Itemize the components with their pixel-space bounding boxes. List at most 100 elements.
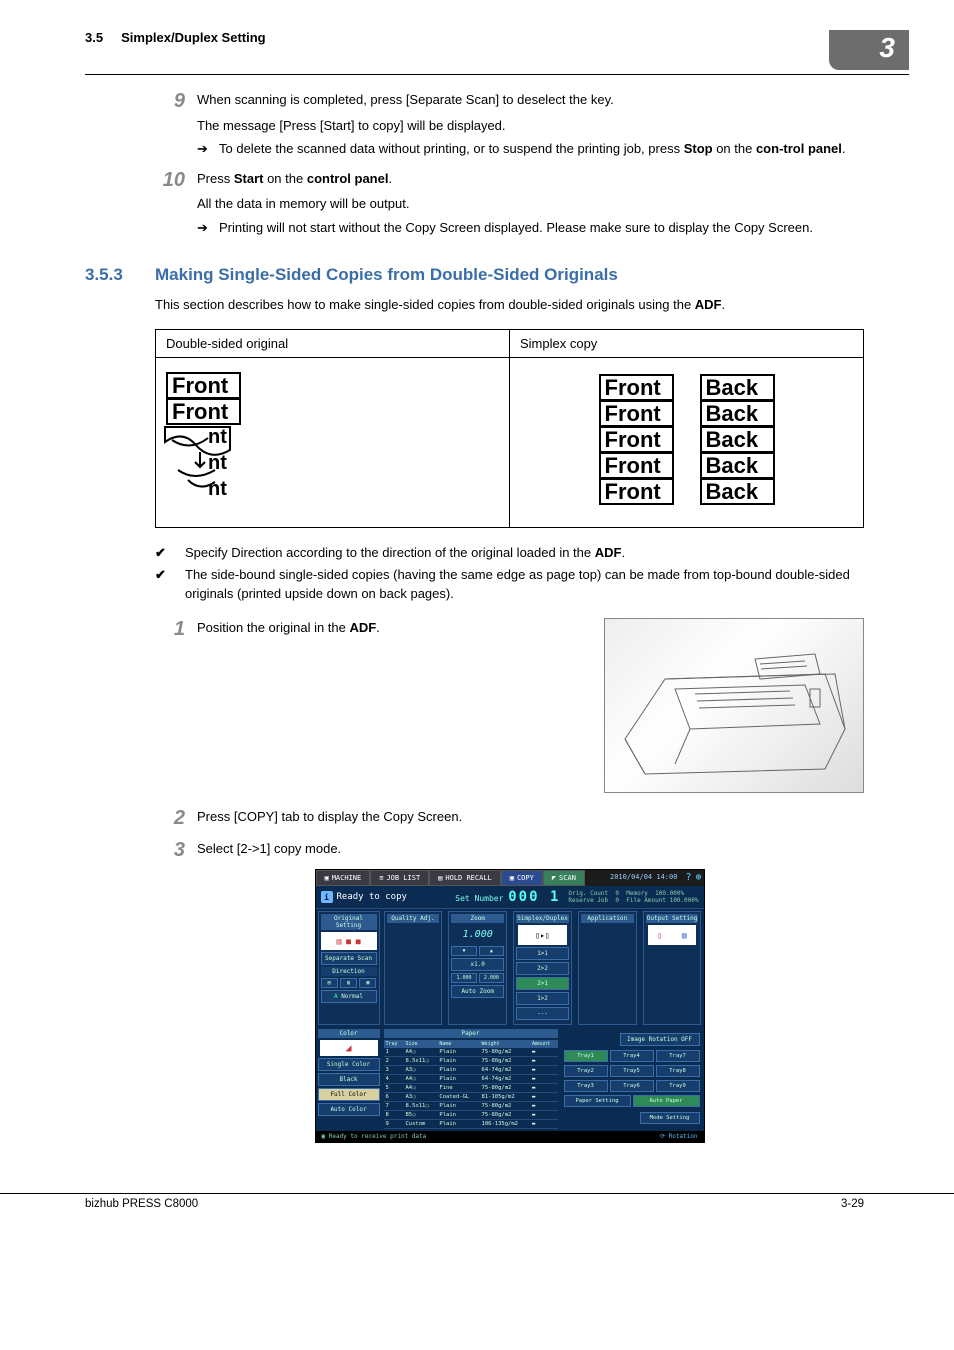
- table-row[interactable]: 1A4❏Plain75-80g/m2▬: [384, 1048, 558, 1057]
- step-9-number: 9: [155, 90, 197, 159]
- adf-illustration: [604, 618, 864, 793]
- step-10-sub1: All the data in memory will be output.: [197, 194, 864, 214]
- ss-footer-right: ⟳ Rotation: [660, 1133, 698, 1140]
- heading-application[interactable]: Application: [581, 914, 634, 923]
- btn-1-1[interactable]: 1>1: [516, 947, 569, 960]
- zoom-ratio: 1.000: [451, 925, 504, 944]
- nt-3: nt: [208, 478, 227, 501]
- zoom-r2[interactable]: 2.000: [479, 973, 504, 983]
- step-10-text: Press Start on the control panel.: [197, 169, 864, 189]
- heading-zoom[interactable]: Zoom: [451, 914, 504, 923]
- ss-tabs: ▣MACHINE ≡JOB LIST ▤HOLD RECALL ▣COPY ◤S…: [316, 870, 704, 886]
- diagram-table: Double-sided original Simplex copy Front…: [155, 329, 864, 528]
- dir-btn-3[interactable]: ▦: [359, 978, 376, 988]
- zoom-down[interactable]: ▼: [451, 946, 476, 956]
- step-3-number: 3: [155, 839, 197, 861]
- original-mini-icon: ▥ ■ ■: [321, 932, 377, 950]
- tray-button[interactable]: Tray6: [610, 1080, 654, 1092]
- tray-button[interactable]: Tray8: [656, 1065, 700, 1077]
- heading-original[interactable]: Original Setting: [321, 914, 377, 930]
- ss-datetime: 2010/04/04 14:00: [604, 870, 683, 886]
- btn-1-2[interactable]: 1>2: [516, 992, 569, 1005]
- tray-button[interactable]: Tray7: [656, 1050, 700, 1062]
- help-icon[interactable]: ?: [683, 870, 693, 886]
- normal-button[interactable]: A Normal: [321, 990, 377, 1003]
- step-3: 3 Select [2->1] copy mode.: [155, 839, 864, 861]
- full-color-button[interactable]: Full Color: [318, 1088, 380, 1101]
- auto-paper-button[interactable]: Auto Paper: [633, 1095, 700, 1107]
- header-section-title: Simplex/Duplex Setting: [121, 30, 265, 45]
- tab-holdrecall[interactable]: ▤HOLD RECALL: [429, 870, 501, 886]
- zoom-r1[interactable]: 1.000: [451, 973, 476, 983]
- heading-output[interactable]: Output Setting: [646, 914, 699, 923]
- copy-screen-screenshot: ▣MACHINE ≡JOB LIST ▤HOLD RECALL ▣COPY ◤S…: [315, 869, 705, 1143]
- table-row[interactable]: 8B5❏Plain75-80g/m2▬: [384, 1111, 558, 1120]
- step-1-number: 1: [155, 618, 197, 793]
- single-color-button[interactable]: Single Color: [318, 1058, 380, 1071]
- footer-left: bizhub PRESS C8000: [85, 1198, 198, 1210]
- ss-footer-left: ▣ Ready to receive print data: [322, 1133, 427, 1140]
- auto-color-button[interactable]: Auto Color: [318, 1103, 380, 1116]
- nt-2: nt: [208, 452, 227, 475]
- front-5: Front: [599, 478, 674, 505]
- tray-button[interactable]: Tray1: [564, 1050, 608, 1062]
- step-10: 10 Press Start on the control panel. All…: [155, 169, 864, 238]
- image-rotation-button[interactable]: Image Rotation OFF: [620, 1033, 700, 1046]
- panel-simplex: Simplex/Duplex ▯▸▯ 1>1 2>2 2>1 1>2 ---: [513, 911, 572, 1025]
- back-2: Back: [700, 400, 775, 427]
- table-row[interactable]: 78.5x11❏Plain75-80g/m2▬: [384, 1102, 558, 1111]
- front-1: Front: [599, 374, 674, 401]
- step-2-number: 2: [155, 807, 197, 829]
- ss-footer: ▣ Ready to receive print data ⟳ Rotation: [316, 1131, 704, 1142]
- header-section-num: 3.5: [85, 30, 103, 45]
- tab-joblist[interactable]: ≡JOB LIST: [370, 870, 429, 886]
- separate-scan-button[interactable]: Separate Scan: [321, 952, 377, 965]
- paper-table: TraySize NameWeight Amount 1A4❏Plain75-8…: [384, 1040, 558, 1129]
- table-row[interactable]: 5A4❏Fine75-80g/m2▬: [384, 1084, 558, 1093]
- front-3: Front: [599, 426, 674, 453]
- heading-quality[interactable]: Quality Adj.: [387, 914, 440, 923]
- arrow-icon: ➔: [197, 218, 219, 238]
- doc-front-1: Front: [166, 372, 241, 399]
- dir-btn-2[interactable]: ▥: [340, 978, 357, 988]
- step-3-text: Select [2->1] copy mode.: [197, 839, 864, 861]
- tray-button[interactable]: Tray2: [564, 1065, 608, 1077]
- autozoom-button[interactable]: Auto Zoom: [451, 985, 504, 998]
- btn-2-2[interactable]: 2>2: [516, 962, 569, 975]
- step-1: 1 Position the original in the ADF.: [155, 618, 864, 793]
- section-title: Making Single-Sided Copies from Double-S…: [155, 265, 618, 285]
- btn-2-1[interactable]: 2>1: [516, 977, 569, 990]
- heading-direction: Direction: [321, 967, 377, 976]
- doc-front-2: Front: [166, 398, 241, 425]
- zoom-x10[interactable]: x1.0: [451, 958, 504, 971]
- section-number: 3.5.3: [85, 265, 155, 285]
- paper-setting-button[interactable]: Paper Setting: [564, 1095, 631, 1107]
- table-row[interactable]: 4A4❏Plain64-74g/m2▬: [384, 1075, 558, 1084]
- back-5: Back: [700, 478, 775, 505]
- tray-button[interactable]: Tray9: [656, 1080, 700, 1092]
- table-row[interactable]: 9CustomPlain106-135g/m2▬: [384, 1120, 558, 1129]
- back-column: Back Back Back Back Back: [700, 374, 775, 504]
- table-row[interactable]: 28.5x11❏Plain75-80g/m2▬: [384, 1057, 558, 1066]
- tab-copy[interactable]: ▣COPY: [501, 870, 543, 886]
- tab-machine[interactable]: ▣MACHINE: [316, 870, 371, 886]
- zoom-up[interactable]: ▲: [479, 946, 504, 956]
- table-row[interactable]: 3A3❏Plain64-74g/m2▬: [384, 1066, 558, 1075]
- expand-icon[interactable]: ⊕: [693, 870, 703, 886]
- ss-ready: Ready to copy: [337, 892, 407, 902]
- tray-button[interactable]: Tray3: [564, 1080, 608, 1092]
- black-button[interactable]: Black: [318, 1073, 380, 1086]
- arrow-icon: ➔: [197, 139, 219, 159]
- heading-simplex[interactable]: Simplex/Duplex: [516, 914, 569, 923]
- panel-paper: Paper TraySize NameWeight Amount 1A4❏Pla…: [384, 1029, 558, 1129]
- tray-button[interactable]: Tray5: [610, 1065, 654, 1077]
- btn-dash[interactable]: ---: [516, 1007, 569, 1020]
- step-9-arrow-text: To delete the scanned data without print…: [219, 139, 846, 159]
- dir-btn-1[interactable]: ▤: [321, 978, 338, 988]
- tray-button[interactable]: Tray4: [610, 1050, 654, 1062]
- step-9-sub1: The message [Press [Start] to copy] will…: [197, 116, 864, 136]
- tab-scan[interactable]: ◤SCAN: [543, 870, 585, 886]
- mode-setting-button[interactable]: Mode Setting: [640, 1112, 700, 1124]
- table-row[interactable]: 6A3❏Coated-GL81-105g/m2▬: [384, 1093, 558, 1102]
- heading-color: Color: [318, 1029, 380, 1038]
